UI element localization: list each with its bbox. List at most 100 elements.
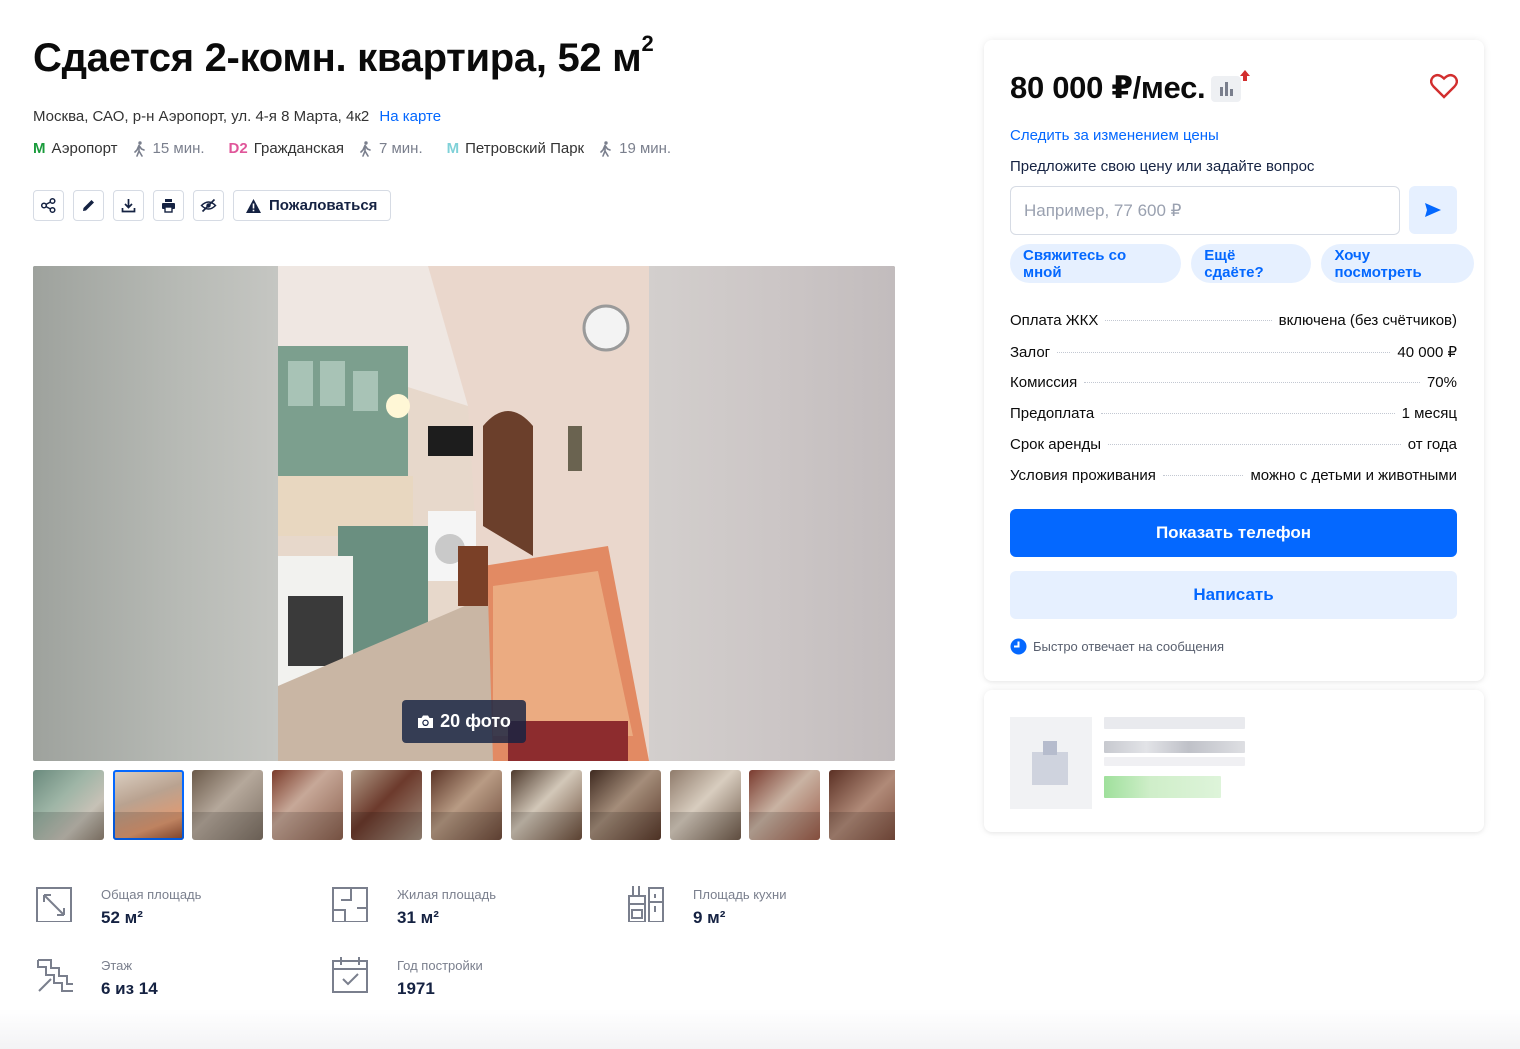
show-phone-button[interactable]: Показать телефон (1010, 509, 1457, 557)
price-card: 80 000 ₽/мес. Следить за изменением цены… (984, 40, 1484, 681)
track-price-link[interactable]: Следить за изменением цены (1010, 127, 1219, 144)
photo-thumbnail[interactable] (510, 770, 582, 840)
metro-line-icon: M (33, 140, 46, 157)
pedestrian-icon (133, 140, 145, 157)
map-link[interactable]: На карте (379, 108, 441, 125)
floor-icon (37, 959, 73, 992)
gallery-blur-right (649, 266, 895, 761)
thumbnail-strip (33, 770, 895, 840)
hide-icon (200, 198, 217, 213)
agent-detail-blurred (1104, 757, 1245, 766)
photo-thumbnail[interactable] (669, 770, 741, 840)
pedestrian-icon (360, 140, 371, 157)
price-offer-input[interactable] (1010, 186, 1400, 235)
fact-value: 31 м² (397, 908, 439, 927)
write-message-button[interactable]: Написать (1010, 571, 1457, 619)
agent-badge-blurred (1104, 776, 1221, 798)
mcd-line-icon: D2 (228, 140, 248, 157)
page-title: Сдается 2-комн. квартира, 52 м2 (33, 30, 654, 80)
photo-thumbnail[interactable] (271, 770, 343, 840)
term-row: Залог 40 000 ₽ (1010, 343, 1457, 374)
camera-icon (418, 715, 434, 728)
quick-reply-chip[interactable]: Хочу посмотреть (1321, 244, 1474, 283)
term-label: Комиссия (1010, 374, 1078, 391)
walk-time: 19 мин. (598, 140, 671, 157)
agent-avatar[interactable] (1010, 717, 1092, 809)
photo-thumbnail[interactable] (351, 770, 423, 840)
fact-label: Год постройки (397, 958, 483, 973)
share-icon (40, 197, 56, 214)
edit-button[interactable] (73, 190, 104, 221)
kitchen-photo (278, 266, 649, 761)
term-value: от года (1407, 436, 1457, 453)
offer-caption: Предложите свою цену или задайте вопрос (1010, 158, 1315, 175)
metro-station-name: Гражданская (253, 140, 344, 157)
area-icon (36, 887, 72, 922)
photo-thumbnail[interactable] (749, 770, 821, 840)
term-value: можно с детьми и животными (1250, 467, 1457, 484)
download-button[interactable] (113, 190, 144, 221)
metro-list: M Аэропорт 15 мин. D2 Гражданская 7 мин.… (33, 140, 695, 157)
term-value: 40 000 ₽ (1397, 344, 1457, 361)
fact-value: 6 из 14 (101, 979, 158, 998)
metro-station[interactable]: M Петровский Парк 19 мин. (447, 140, 672, 157)
term-label: Оплата ЖКХ (1010, 312, 1099, 329)
fact-label: Этаж (101, 958, 133, 973)
agent-card[interactable] (984, 690, 1484, 832)
term-label: Срок аренды (1010, 436, 1102, 453)
edit-icon (83, 200, 94, 211)
walk-time: 7 мин. (358, 140, 423, 157)
term-row: Срок аренды от года (1010, 436, 1457, 467)
fact-floor: Этаж 6 из 14 (35, 955, 158, 999)
calendar-icon (332, 957, 368, 993)
print-button[interactable] (153, 190, 184, 221)
fact-label: Жилая площадь (397, 887, 497, 902)
send-icon (1425, 203, 1441, 217)
fact-total-area: Общая площадь 52 м² (35, 884, 201, 928)
fact-value: 1971 (397, 979, 435, 998)
share-button[interactable] (33, 190, 64, 221)
living-area-icon (332, 887, 368, 922)
photo-gallery[interactable]: 20 фото (33, 266, 895, 761)
term-row: Комиссия 70% (1010, 374, 1457, 405)
photo-thumbnail[interactable] (192, 770, 264, 840)
hide-button[interactable] (193, 190, 224, 221)
fast-reply-note: Быстро отвечает на сообщения (1010, 638, 1224, 655)
complain-button[interactable]: Пожаловаться (233, 190, 392, 221)
page-footer-fade (0, 1009, 1520, 1049)
fact-kitchen-area: Площадь кухни 9 м² (627, 884, 786, 928)
pedestrian-icon (600, 140, 611, 157)
quick-reply-chip[interactable]: Ещё сдаёте? (1191, 244, 1312, 283)
metro-station-name: Петровский Парк (465, 140, 585, 157)
photo-thumbnail[interactable] (828, 770, 895, 840)
fact-build-year: Год постройки 1971 (331, 955, 483, 999)
warning-icon (246, 198, 261, 213)
term-row: Условия проживания можно с детьми и живот… (1010, 467, 1457, 498)
photo-thumbnail[interactable] (430, 770, 502, 840)
photo-thumbnail[interactable] (112, 770, 184, 840)
kitchen-icon (628, 886, 664, 922)
term-value: 1 месяц (1401, 405, 1457, 422)
fact-living-area: Жилая площадь 31 м² (331, 884, 496, 928)
send-offer-button[interactable] (1409, 186, 1457, 234)
gallery-blur-left (33, 266, 278, 761)
metro-station[interactable]: D2 Гражданская 7 мин. (229, 140, 423, 157)
address: Москва, САО, р-н Аэропорт, ул. 4-я 8 Мар… (33, 108, 441, 125)
metro-station[interactable]: M Аэропорт 15 мин. (33, 140, 205, 157)
quick-reply-chip[interactable]: Свяжитесь со мной (1010, 244, 1182, 283)
favorite-heart-icon[interactable] (1430, 73, 1458, 99)
fact-value: 52 м² (101, 908, 143, 927)
rental-terms: Оплата ЖКХ включена (без счётчиков) Залог… (1010, 312, 1457, 498)
term-label: Условия проживания (1010, 467, 1156, 484)
term-value: включена (без счётчиков) (1278, 312, 1457, 329)
price-history-icon[interactable] (1211, 70, 1251, 102)
photo-thumbnail[interactable] (590, 770, 662, 840)
photo-count-button[interactable]: 20 фото (402, 700, 526, 743)
main-photo[interactable] (278, 266, 649, 761)
fact-value: 9 м² (693, 908, 726, 927)
print-icon (162, 199, 175, 213)
term-row: Оплата ЖКХ включена (без счётчиков) (1010, 312, 1457, 343)
term-row: Предоплата 1 месяц (1010, 405, 1457, 436)
photo-thumbnail[interactable] (33, 770, 104, 840)
metro-station-name: Аэропорт (51, 140, 118, 157)
